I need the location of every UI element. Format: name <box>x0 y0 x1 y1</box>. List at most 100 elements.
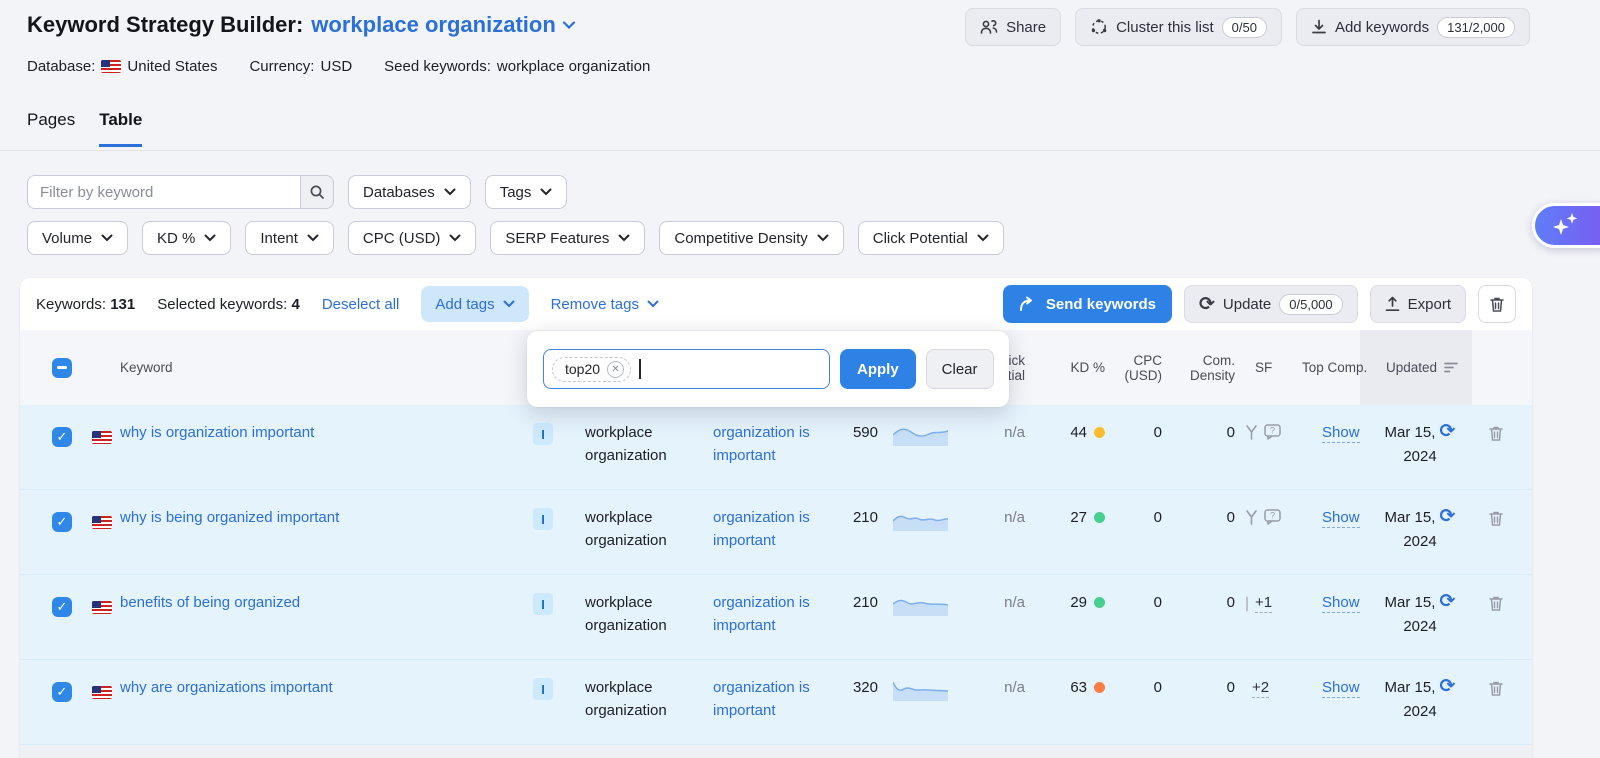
us-flag-icon <box>92 516 112 529</box>
apply-button[interactable]: Apply <box>840 349 916 389</box>
tab-table[interactable]: Table <box>99 110 142 147</box>
trash-icon <box>1489 296 1505 313</box>
table-row[interactable]: ✓ benefits of being organized I workplac… <box>20 575 1532 660</box>
delete-row-icon[interactable] <box>1488 680 1504 697</box>
serp-features-cell[interactable]: +2 <box>1252 679 1269 698</box>
remove-tag-icon[interactable]: ✕ <box>607 361 624 378</box>
share-button[interactable]: Share <box>965 8 1061 46</box>
keyword-filter-input[interactable] <box>27 175 300 209</box>
list-name-dropdown[interactable]: workplace organization <box>311 12 576 38</box>
serp-features-cell[interactable]: ? <box>1245 509 1281 525</box>
col-density[interactable]: Com. Density <box>1175 330 1235 405</box>
top-comp-show-link[interactable]: Show <box>1322 424 1360 443</box>
kd-dot <box>1094 682 1105 693</box>
table-toolbar: Keywords: 131 Selected keywords: 4 Desel… <box>20 278 1532 330</box>
density-value: 0 <box>1175 679 1235 696</box>
add-tags-button[interactable]: Add tags <box>421 286 528 322</box>
add-tags-popup: top20 ✕ Apply Clear <box>527 331 1009 407</box>
filter-tags-label: Tags <box>500 184 532 201</box>
export-button[interactable]: Export <box>1370 285 1466 323</box>
top-comp-show-link[interactable]: Show <box>1322 594 1360 613</box>
keyword-link[interactable]: why is organization important <box>120 424 314 441</box>
filter-tags[interactable]: Tags <box>485 175 568 209</box>
cluster-this-list-button[interactable]: Cluster this list 0/50 <box>1075 8 1282 46</box>
select-all-checkbox[interactable] <box>52 358 72 378</box>
keyword-link[interactable]: why is being organized important <box>120 509 339 526</box>
chevron-down-icon <box>977 234 989 242</box>
clear-button[interactable]: Clear <box>926 349 994 389</box>
refresh-row-icon[interactable]: ⟳ <box>1440 590 1456 612</box>
filter-databases[interactable]: Databases <box>348 175 471 209</box>
currency-label: Currency: <box>249 58 314 75</box>
col-top-comp[interactable]: Top Comp. <box>1302 330 1370 405</box>
keyword-link[interactable]: why are organizations important <box>120 679 333 696</box>
chevron-down-icon <box>647 300 659 308</box>
filter-pill-cpc[interactable]: CPC (USD) <box>348 221 477 255</box>
sf-more-link[interactable]: +2 <box>1252 679 1269 698</box>
refresh-row-icon[interactable]: ⟳ <box>1440 420 1456 442</box>
trend-sparkline <box>893 422 948 446</box>
table-row[interactable]: ✓ why are organizations important I work… <box>20 660 1532 745</box>
kd-cell: 29 <box>1030 594 1105 611</box>
serp-features-cell[interactable]: ? <box>1245 424 1281 440</box>
list-meta: Database: United States Currency: USD Se… <box>27 58 650 75</box>
trend-sparkline <box>893 507 948 531</box>
table-row[interactable]: ✓ why is being organized important I wor… <box>20 490 1532 575</box>
sf-more-link[interactable]: +1 <box>1255 594 1272 613</box>
col-sf[interactable]: SF <box>1255 330 1295 405</box>
cpc-value: 0 <box>1105 509 1162 526</box>
tab-pages[interactable]: Pages <box>27 110 75 147</box>
text-cursor <box>639 359 641 379</box>
row-checkbox[interactable]: ✓ <box>52 682 72 702</box>
keyword-link[interactable]: benefits of being organized <box>120 594 300 611</box>
cpc-value: 0 <box>1105 594 1162 611</box>
filter-pill-volume[interactable]: Volume <box>27 221 128 255</box>
top-comp-show-link[interactable]: Show <box>1322 509 1360 528</box>
refresh-icon: ⟳ <box>1199 295 1215 314</box>
refresh-row-icon[interactable]: ⟳ <box>1440 675 1456 697</box>
send-keywords-button[interactable]: Send keywords <box>1003 285 1172 323</box>
delete-row-icon[interactable] <box>1488 510 1504 527</box>
delete-row-icon[interactable] <box>1488 595 1504 612</box>
delete-row-icon[interactable] <box>1488 425 1504 442</box>
kd-cell: 44 <box>1030 424 1105 441</box>
filter-pill-kd[interactable]: KD % <box>142 221 231 255</box>
add-keywords-badge: 131/2,000 <box>1437 17 1515 38</box>
ai-assistant-button[interactable] <box>1532 203 1600 248</box>
currency-value: USD <box>320 58 352 75</box>
col-updated[interactable]: Updated <box>1376 330 1468 405</box>
col-cpc[interactable]: CPC (USD) <box>1105 330 1162 405</box>
updated-cell: Mar 15, ⟳ 2024 <box>1370 506 1470 554</box>
seed-keyword: workplace organization <box>585 506 705 552</box>
row-checkbox[interactable]: ✓ <box>52 512 72 532</box>
search-button[interactable] <box>300 175 334 209</box>
header-actions: Share Cluster this list 0/50 Add keyword… <box>965 8 1530 46</box>
delete-list-button[interactable] <box>1478 285 1516 323</box>
intent-badge: I <box>533 508 553 530</box>
top-comp-show-link[interactable]: Show <box>1322 679 1360 698</box>
tags-input[interactable]: top20 ✕ <box>543 349 830 389</box>
remove-tags-button[interactable]: Remove tags <box>551 296 659 313</box>
us-flag-icon <box>92 431 112 444</box>
deselect-all-button[interactable]: Deselect all <box>322 296 400 313</box>
kd-dot <box>1094 427 1105 438</box>
chevron-down-icon <box>307 234 319 242</box>
people-icon <box>980 19 998 35</box>
row-checkbox[interactable]: ✓ <box>52 427 72 447</box>
filter-pill-click-potential[interactable]: Click Potential <box>858 221 1004 255</box>
filter-pill-competitive-density[interactable]: Competitive Density <box>659 221 843 255</box>
add-keywords-button[interactable]: Add keywords 131/2,000 <box>1296 8 1530 46</box>
col-keyword[interactable]: Keyword <box>120 330 173 405</box>
click-potential-value: n/a <box>970 679 1025 696</box>
serp-features-cell[interactable]: +1 <box>1245 594 1272 613</box>
table-row[interactable]: ✓ why is organization important I workpl… <box>20 405 1532 490</box>
tag-chip[interactable]: top20 ✕ <box>552 357 631 382</box>
filter-pill-intent[interactable]: Intent <box>245 221 334 255</box>
update-button[interactable]: ⟳ Update 0/5,000 <box>1184 285 1358 323</box>
chevron-down-icon <box>817 234 829 242</box>
filter-row-secondary: Volume KD % Intent CPC (USD) SERP Featur… <box>27 221 1004 255</box>
filter-pill-serp-features[interactable]: SERP Features <box>490 221 645 255</box>
refresh-row-icon[interactable]: ⟳ <box>1440 505 1456 527</box>
row-checkbox[interactable]: ✓ <box>52 597 72 617</box>
col-kd[interactable]: KD % <box>1030 330 1105 405</box>
